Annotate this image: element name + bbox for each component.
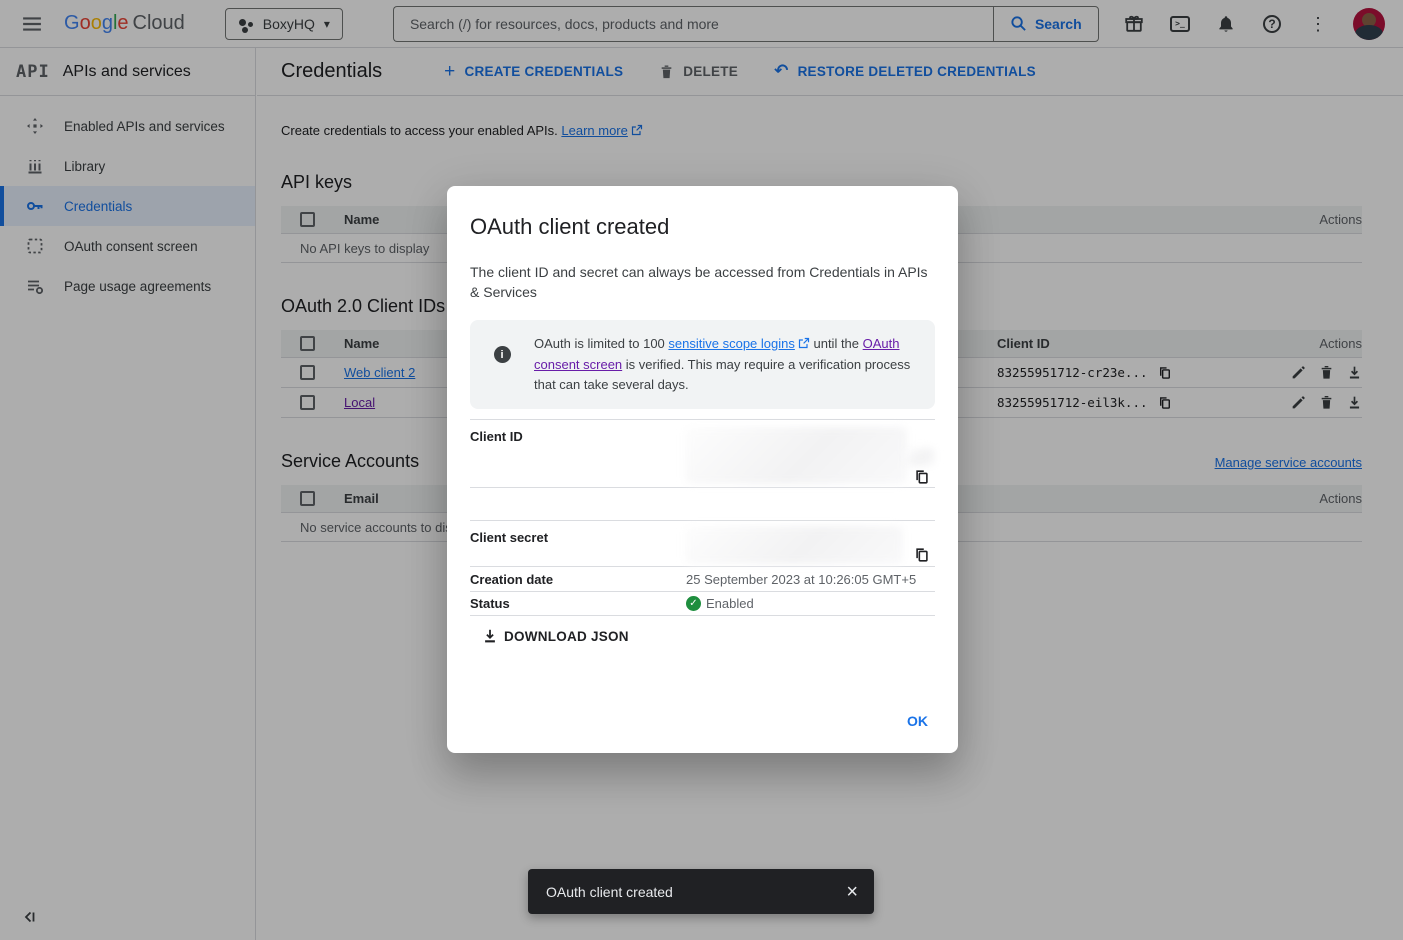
external-link-icon xyxy=(798,335,810,355)
creation-date-value: 25 September 2023 at 10:26:05 GMT+5 xyxy=(686,572,916,587)
client-id-row: Client ID xyxy=(470,419,935,488)
check-circle-icon: ✓ xyxy=(686,596,701,611)
status-row: Status ✓ Enabled xyxy=(470,591,935,616)
client-secret-redacted-value xyxy=(685,526,903,564)
creation-date-label: Creation date xyxy=(470,572,686,587)
client-id-redacted-value xyxy=(905,448,935,466)
download-icon xyxy=(482,628,498,644)
client-id-redacted-value xyxy=(685,427,907,484)
copy-client-id-icon[interactable] xyxy=(914,469,930,485)
dialog-title: OAuth client created xyxy=(447,186,958,240)
google-cloud-console: GoogleCloud BoxyHQ ▾ Search >_ ? ⋮ xyxy=(0,0,1403,940)
dialog-subtitle: The client ID and secret can always be a… xyxy=(447,240,958,302)
client-secret-row: Client secret xyxy=(470,520,935,566)
ok-button[interactable]: OK xyxy=(899,707,936,735)
snackbar-toast: OAuth client created × xyxy=(528,869,874,914)
sensitive-scope-logins-link[interactable]: sensitive scope logins xyxy=(668,336,794,351)
toast-message: OAuth client created xyxy=(546,884,673,900)
status-label: Status xyxy=(470,596,686,611)
oauth-client-created-dialog: OAuth client created The client ID and s… xyxy=(447,186,958,753)
info-icon: i xyxy=(494,346,511,363)
status-value: Enabled xyxy=(706,596,754,611)
close-icon[interactable]: × xyxy=(846,882,858,902)
copy-client-secret-icon[interactable] xyxy=(914,547,930,563)
download-json-button[interactable]: DOWNLOAD JSON xyxy=(470,628,629,644)
creation-date-row: Creation date 25 September 2023 at 10:26… xyxy=(470,566,935,591)
oauth-limit-notice: i OAuth is limited to 100 sensitive scop… xyxy=(470,320,935,409)
